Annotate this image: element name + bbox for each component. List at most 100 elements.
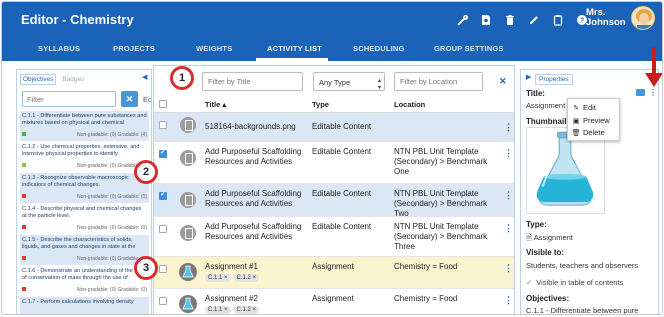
row-title: 518164-backgrounds.png — [205, 122, 296, 131]
row-checkbox[interactable] — [159, 121, 167, 129]
table-row[interactable]: Assignment #1 Assignment Chemistry = Foo… — [154, 257, 514, 289]
row-menu-icon[interactable]: ⋮ — [504, 263, 513, 274]
select-all-checkbox[interactable] — [159, 100, 167, 108]
objective-item[interactable]: C.1.5 - Describe the characteristics of … — [20, 235, 149, 266]
tab-weights[interactable]: WEIGHTS — [196, 44, 232, 53]
menu-item-preview[interactable]: ▣ Preview — [572, 116, 610, 125]
wrench-icon[interactable] — [450, 12, 474, 28]
row-title: Assignment #2 — [205, 294, 258, 303]
row-menu-icon[interactable]: ⋮ — [504, 223, 513, 234]
table-row[interactable]: Add Purposeful Scaffolding Resources and… — [154, 184, 514, 218]
objective-text: C.1.7 - Perform calculations involving d… — [22, 299, 134, 305]
title-menu-icon[interactable]: ⋮ — [649, 88, 657, 97]
file-icon — [180, 150, 196, 166]
objective-item[interactable]: C.1.7 - Perform calculations involving d… — [20, 297, 149, 314]
collapse-right-icon[interactable]: ▶ — [526, 73, 531, 81]
pencil-icon[interactable] — [522, 12, 546, 28]
title-context-menu: ✎ Edit ▣ Preview 🗑 Delete — [567, 98, 620, 141]
tab-syllabus[interactable]: SYLLABUS — [38, 44, 80, 53]
pencil-icon: ✎ — [573, 104, 579, 112]
objectives-filter-field[interactable] — [22, 91, 116, 107]
trash-icon[interactable] — [498, 12, 522, 28]
location-filter-field[interactable] — [394, 72, 483, 91]
row-menu-icon[interactable]: ⋮ — [504, 148, 513, 159]
objective-item[interactable]: C.1.2 - Use chemical properties, extensi… — [20, 142, 149, 173]
callout-marker: 1 — [170, 66, 194, 90]
table-header: Title ▴ Type Location — [154, 96, 514, 113]
objective-text: C.1.6 - Demonstrate an understanding of … — [22, 268, 143, 281]
file-icon — [180, 225, 196, 241]
objective-chip[interactable]: C.1.2 × — [233, 274, 260, 282]
document-search-icon[interactable] — [474, 12, 498, 28]
file-icon — [180, 117, 196, 133]
row-menu-icon[interactable]: ⋮ — [504, 190, 513, 201]
table-row[interactable]: Assignment #2 Assignment Chemistry = Foo… — [154, 289, 514, 314]
objective-meta: Non-gradable: (0) Gradable: (0) — [76, 194, 147, 200]
row-title: Add Purposeful Scaffolding Resources and… — [205, 189, 302, 208]
objective-chip[interactable]: C.1.1 × — [205, 306, 231, 314]
objective-item[interactable]: C.1.1 - Differentiate between pure subst… — [20, 111, 149, 142]
svg-text:?: ? — [580, 18, 584, 25]
visible-value: Students, teachers and observers — [526, 261, 639, 270]
visible-label: Visible to: — [526, 248, 565, 257]
row-checkbox[interactable] — [159, 148, 167, 158]
column-header-title[interactable]: Title ▴ — [205, 100, 226, 109]
clear-filter-button[interactable]: ✕ — [121, 91, 138, 107]
menu-item-delete[interactable]: 🗑 Delete — [572, 128, 605, 137]
table-row[interactable]: 518164-backgrounds.png Editable Content … — [154, 113, 514, 142]
checkmark-icon[interactable]: ✓ — [526, 278, 532, 287]
clear-filters-icon[interactable]: ✕ — [499, 76, 507, 87]
row-menu-icon[interactable]: ⋮ — [504, 295, 513, 306]
tab-projects[interactable]: PROJECTS — [113, 44, 155, 53]
row-type: Editable Content — [312, 222, 372, 231]
tab-group-settings[interactable]: GROUP SETTINGS — [434, 44, 504, 53]
table-row[interactable]: Add Purposeful Scaffolding Resources and… — [154, 142, 514, 184]
type-filter-value: Any Type — [319, 78, 351, 87]
row-checkbox[interactable] — [159, 297, 167, 305]
objective-item[interactable]: C.1.6 - Demonstrate an understanding of … — [20, 266, 149, 297]
objective-text: C.1.4 - Describe physical and chemical c… — [22, 206, 142, 219]
flask-icon — [179, 295, 197, 313]
row-title: Add Purposeful Scaffolding Resources and… — [205, 222, 302, 241]
column-header-type[interactable]: Type — [312, 100, 329, 109]
status-dot-icon — [22, 225, 26, 229]
menu-item-edit[interactable]: ✎ Edit — [572, 103, 596, 112]
title-filter-field[interactable] — [202, 72, 303, 91]
objective-chip[interactable]: C.1.2 × — [233, 306, 260, 314]
location-filter-input[interactable] — [395, 73, 482, 90]
objective-meta: Non-gradable: (0) Gradable: (4) — [76, 132, 147, 138]
row-checkbox[interactable] — [159, 265, 167, 273]
objectives-filter-input[interactable] — [23, 92, 115, 106]
avatar[interactable] — [631, 6, 655, 30]
objective-item[interactable]: C.1.4 - Describe physical and chemical c… — [20, 204, 149, 235]
title-filter-input[interactable] — [203, 73, 302, 90]
clipboard-icon[interactable] — [546, 12, 570, 28]
user-name-line2: Johnson — [586, 17, 626, 28]
tab-properties[interactable]: Properties — [535, 74, 573, 85]
type-label: Type: — [526, 220, 547, 229]
image-icon[interactable] — [636, 89, 645, 96]
edit-objectives-link[interactable]: Edit — [143, 95, 151, 104]
collapse-left-icon[interactable]: ◀ — [142, 73, 147, 81]
toolbar-icons: ? — [450, 12, 594, 28]
objective-text: C.1.5 - Describe the characteristics of … — [22, 237, 136, 250]
tab-activity-list[interactable]: ACTIVITY LIST — [267, 44, 322, 53]
objective-meta: Non-gradable: (0) Gradable: (0) — [76, 287, 147, 293]
column-header-location[interactable]: Location — [394, 100, 425, 109]
title-label: Title: — [526, 89, 545, 98]
objective-item[interactable]: C.1.3 - Recognize observable macroscopic… — [20, 173, 149, 204]
row-checkbox[interactable] — [159, 190, 167, 200]
top-bar: Editor - Chemistry ? Mrs. Johnson SYLLAB… — [2, 2, 662, 61]
user-name[interactable]: Mrs. Johnson — [586, 8, 626, 28]
type-filter-select[interactable]: Any Type ▴ ▾ — [313, 72, 385, 91]
tab-badges[interactable]: Badges — [59, 74, 88, 85]
filter-bar: Any Type ▴▾ ✕ — [154, 66, 514, 96]
row-menu-icon[interactable]: ⋮ — [504, 122, 513, 133]
tab-objectives[interactable]: Objectives — [20, 74, 57, 85]
toc-checkbox-row[interactable]: ✓ Visible in table of contents — [526, 278, 623, 287]
objective-chip[interactable]: C.1.1 × — [205, 274, 231, 282]
callout-marker: 3 — [134, 256, 158, 280]
tab-scheduling[interactable]: SCHEDULING — [353, 44, 405, 53]
table-row[interactable]: Add Purposeful Scaffolding Resources and… — [154, 217, 514, 257]
row-checkbox[interactable] — [159, 225, 167, 233]
